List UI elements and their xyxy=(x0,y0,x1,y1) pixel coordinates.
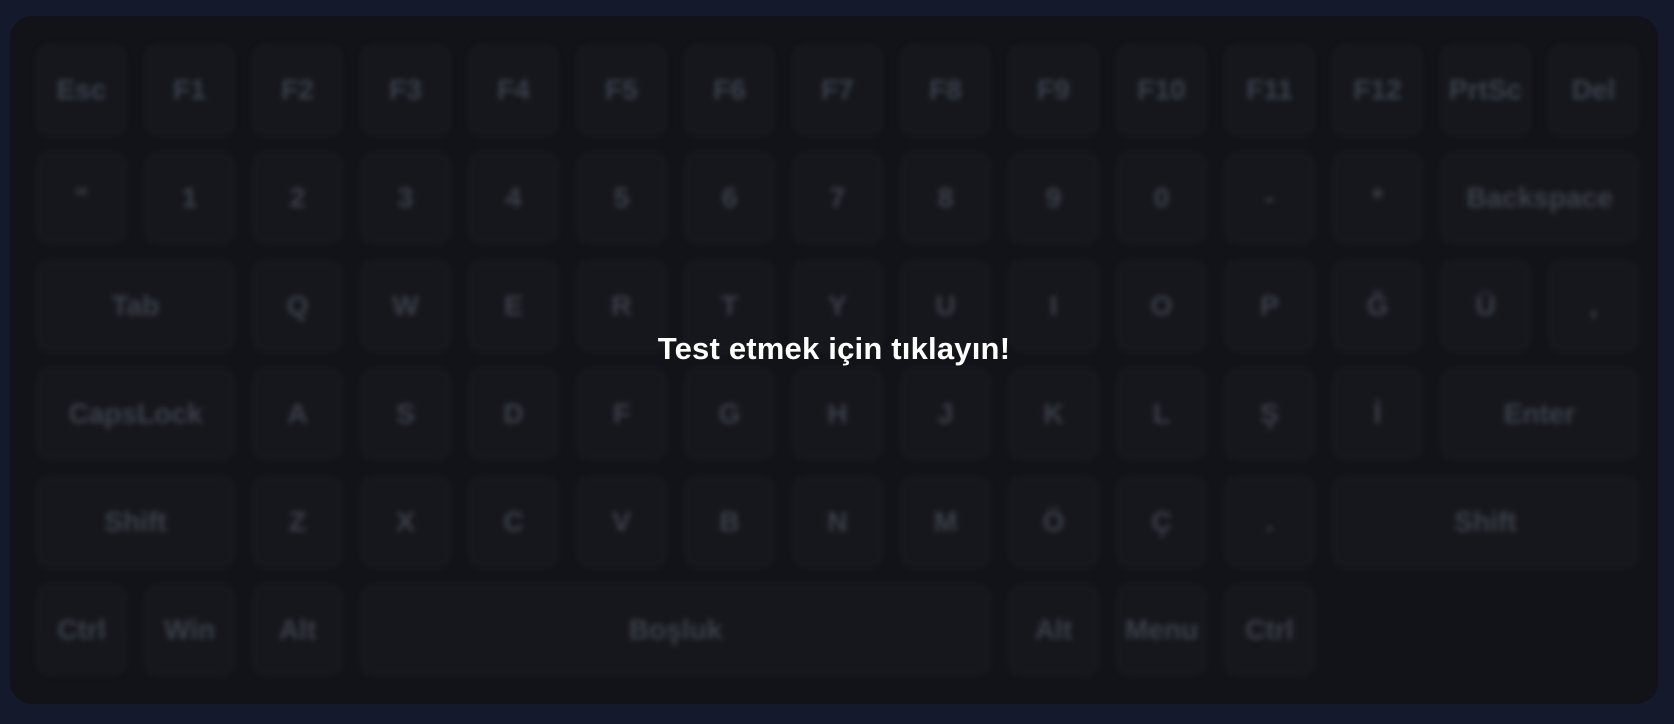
keyboard-test-panel: Esc F1 F2 F3 F4 F5 F6 F7 F8 F9 F10 F11 F12 PrtSc Del " 1… xyxy=(10,16,1658,704)
click-to-test-overlay[interactable]: Test etmek için tıklayın! xyxy=(10,16,1658,704)
click-to-test-prompt: Test etmek için tıklayın! xyxy=(657,331,1011,366)
